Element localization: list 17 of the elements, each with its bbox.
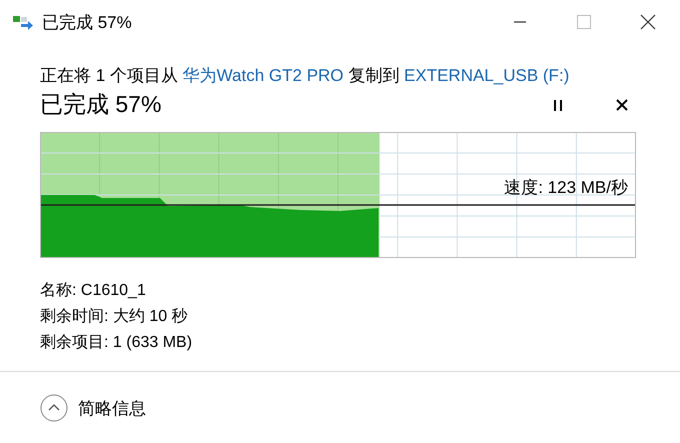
copy-icon: [12, 14, 34, 30]
window-title: 已完成 57%: [42, 12, 133, 34]
pause-icon: [552, 98, 564, 112]
copy-message: 正在将 1 个项目从 华为Watch GT2 PRO 复制到 EXTERNAL_USB (F:): [40, 65, 570, 87]
chevron-circle-icon: [40, 394, 68, 422]
source-link[interactable]: 华为Watch GT2 PRO: [182, 66, 344, 85]
progress-status: 已完成 57%: [40, 90, 162, 119]
close-icon: [615, 98, 629, 112]
speed-label: 速度: 123 MB/秒: [504, 177, 628, 199]
detail-text: 剩余时间: 大约 10 秒: [40, 306, 188, 327]
maximize-icon: [576, 14, 592, 30]
destination-link[interactable]: EXTERNAL_USB (F:): [404, 66, 570, 85]
close-icon: [640, 14, 656, 30]
detail-text: 名称: C1610_1: [40, 281, 146, 301]
details-toggle[interactable]: 简略信息: [40, 394, 146, 422]
minimize-icon: [514, 21, 526, 23]
detail-text: 剩余项目: 1 (633 MB): [40, 333, 192, 353]
